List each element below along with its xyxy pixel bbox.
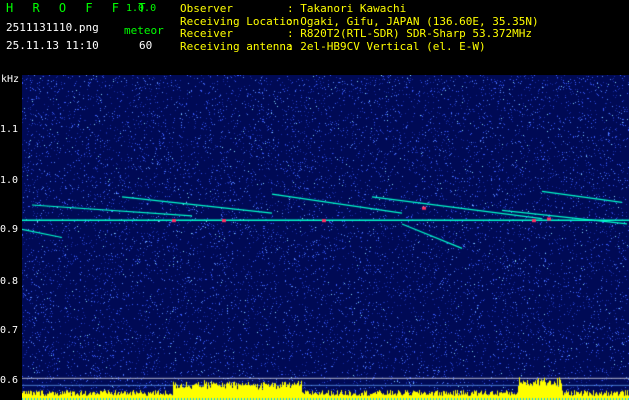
datetime-label: 25.11.13 11:10: [6, 39, 99, 52]
count-label: 60: [139, 39, 153, 52]
y-tick-label: 1.0: [0, 175, 19, 186]
info-label-antenna: Receiving antenna: [180, 39, 293, 53]
y-tick-label: 1.1: [0, 124, 19, 135]
mode-label: meteor: [124, 24, 164, 37]
info-value-antenna: : 2el-HB9CV Vertical (el. E-W): [287, 39, 486, 53]
filename-label: 2511131110.png: [6, 21, 99, 34]
app-version: 1.0.0: [126, 3, 157, 14]
info-label-observer: Observer: [180, 2, 233, 15]
y-tick-label: 0.9: [0, 224, 19, 235]
info-value-observer: : Takanori Kawachi: [287, 2, 407, 15]
y-tick-label: 0.8: [0, 276, 19, 287]
info-value-receiver: : R820T2(RTL-SDR) SDR-Sharp 53.372MHz: [287, 27, 533, 40]
spectrogram-canvas: [22, 75, 629, 400]
info-labels: Observer Receiving Location Receiver Rec…: [180, 2, 299, 53]
y-tick-label: 0.6: [0, 375, 19, 386]
info-label-receiver: Receiver: [180, 27, 233, 40]
info-values: : Takanori Kawachi : Ogaki, Gifu, JAPAN …: [287, 2, 539, 53]
y-axis-unit: kHz: [1, 74, 20, 85]
spectrogram-window: H R O F F T 1.0.0 2511131110.png meteor …: [0, 0, 629, 400]
y-tick-label: 0.7: [0, 325, 19, 336]
